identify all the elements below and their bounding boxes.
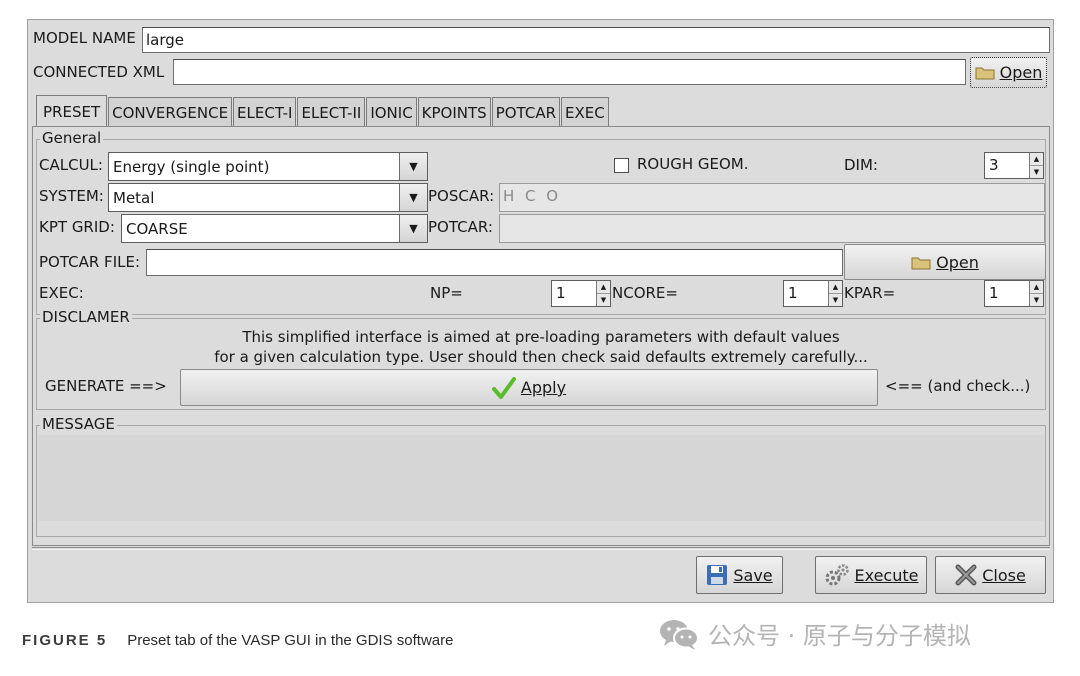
ncore-spinner[interactable]: 1 ▲ ▼ (783, 280, 843, 307)
folder-icon (975, 67, 995, 80)
chevron-down-icon: ▼ (399, 153, 427, 180)
footer-separator (32, 547, 1050, 550)
figure-caption: FIGURE 5 Preset tab of the VASP GUI in t… (22, 632, 453, 649)
calcul-label: CALCUL: (39, 156, 103, 174)
potcar-file-input[interactable] (146, 249, 843, 276)
calcul-value: Energy (single point) (113, 157, 270, 176)
model-name-label: MODEL NAME (33, 29, 136, 47)
floppy-disk-icon (707, 565, 728, 585)
kpt-grid-combo[interactable]: COARSE ▼ (121, 214, 428, 243)
disclaimer-line-2: for a given calculation type. User shoul… (214, 348, 868, 366)
chevron-down-icon: ▼ (399, 215, 427, 242)
potcar-label: POTCAR: (428, 218, 493, 236)
open-label: Open (999, 63, 1043, 82)
kpar-spinner[interactable]: 1 ▲ ▼ (984, 280, 1044, 307)
disclaimer-group-title: DISCLAMER (40, 308, 132, 326)
poscar-label: POSCAR: (428, 187, 495, 205)
rough-geom-checkbox[interactable] (614, 158, 629, 173)
close-button[interactable]: Close (935, 556, 1046, 594)
spin-down-icon[interactable]: ▼ (829, 293, 842, 306)
kpar-value: 1 (989, 284, 999, 302)
figure-label: FIGURE 5 (22, 632, 108, 649)
potcar-file-label: POTCAR FILE: (39, 253, 141, 271)
check-label: <== (and check...) (885, 377, 1031, 395)
system-combo[interactable]: Metal ▼ (108, 183, 428, 212)
vasp-gui-window: MODEL NAME large CONNECTED XML Open PRES… (27, 19, 1054, 603)
spin-up-icon[interactable]: ▲ (1030, 281, 1043, 293)
generate-label: GENERATE ==> (45, 377, 167, 395)
tab-bar: PRESET CONVERGENCE ELECT-I ELECT-II IONI… (36, 95, 610, 127)
tab-exec[interactable]: EXEC (561, 97, 609, 127)
preset-tab-panel: General CALCUL: Energy (single point) ▼ … (32, 126, 1050, 546)
figure-caption-text: Preset tab of the VASP GUI in the GDIS s… (127, 632, 454, 649)
save-label: Save (733, 565, 773, 585)
apply-button[interactable]: Apply (180, 369, 878, 406)
poscar-field: H C O (499, 183, 1045, 212)
calcul-combo[interactable]: Energy (single point) ▼ (108, 152, 428, 181)
spin-up-icon[interactable]: ▲ (1030, 153, 1043, 165)
spin-down-icon[interactable]: ▼ (597, 293, 610, 306)
checkmark-icon (491, 376, 516, 399)
save-button[interactable]: Save (696, 556, 783, 594)
disclaimer-line-1: This simplified interface is aimed at pr… (242, 328, 840, 346)
kpt-grid-label: KPT GRID: (39, 218, 115, 236)
potcar-open-button[interactable]: Open (844, 244, 1046, 280)
tab-ionic[interactable]: IONIC (366, 97, 417, 127)
ncore-label: NCORE= (612, 284, 678, 302)
tab-elect-ii[interactable]: ELECT-II (297, 97, 366, 127)
xml-open-button[interactable]: Open (970, 57, 1047, 88)
tab-kpoints[interactable]: KPOINTS (417, 97, 491, 127)
x-icon (955, 564, 977, 586)
open-label: Open (936, 252, 979, 272)
np-label: NP= (430, 284, 463, 302)
dim-label: DIM: (844, 156, 878, 174)
message-group-title: MESSAGE (40, 415, 117, 433)
spin-down-icon[interactable]: ▼ (1030, 165, 1043, 178)
kpar-label: KPAR= (844, 284, 896, 302)
close-label: Close (982, 565, 1026, 585)
model-name-input[interactable]: large (142, 27, 1050, 53)
tab-potcar[interactable]: POTCAR (491, 97, 560, 127)
message-group: MESSAGE (36, 415, 1046, 537)
execute-button[interactable]: Execute (815, 556, 927, 594)
spin-up-icon[interactable]: ▲ (829, 281, 842, 293)
gears-icon (825, 564, 849, 586)
system-label: SYSTEM: (39, 187, 104, 205)
kpt-grid-value: COARSE (126, 219, 188, 238)
system-value: Metal (113, 188, 155, 207)
connected-xml-label: CONNECTED XML (33, 63, 165, 81)
watermark: 公众号 · 原子与分子模拟 (658, 616, 971, 651)
dim-spinner[interactable]: 3 ▲ ▼ (984, 152, 1044, 179)
tab-preset[interactable]: PRESET (36, 95, 108, 127)
watermark-text: 公众号 · 原子与分子模拟 (708, 622, 971, 650)
spin-up-icon[interactable]: ▲ (597, 281, 610, 293)
exec-label: EXEC: (39, 284, 84, 302)
tab-convergence[interactable]: CONVERGENCE (108, 97, 233, 127)
folder-icon (911, 257, 931, 269)
connected-xml-input[interactable] (173, 59, 966, 85)
wechat-icon (660, 619, 699, 650)
message-text-area[interactable] (38, 435, 1044, 521)
dim-value: 3 (989, 156, 999, 174)
execute-label: Execute (854, 565, 919, 585)
general-group: General CALCUL: Energy (single point) ▼ … (36, 129, 1046, 315)
np-value: 1 (556, 284, 566, 302)
chevron-down-icon: ▼ (399, 184, 427, 211)
tab-elect-i[interactable]: ELECT-I (233, 97, 297, 127)
spin-down-icon[interactable]: ▼ (1030, 293, 1043, 306)
potcar-field (499, 214, 1045, 243)
general-group-title: General (40, 129, 104, 147)
rough-geom-label: ROUGH GEOM. (637, 155, 749, 173)
disclaimer-group: DISCLAMER This simplified interface is a… (36, 308, 1046, 410)
ncore-value: 1 (788, 284, 798, 302)
apply-label: Apply (520, 378, 567, 397)
np-spinner[interactable]: 1 ▲ ▼ (551, 280, 611, 307)
